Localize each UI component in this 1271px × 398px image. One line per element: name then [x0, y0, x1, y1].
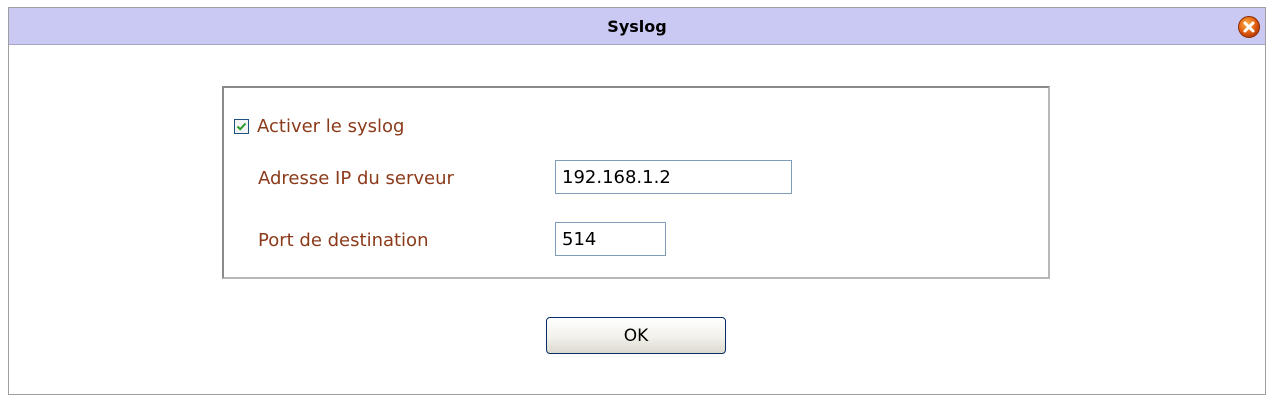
server-ip-input[interactable]: [555, 160, 792, 194]
enable-syslog-row[interactable]: Activer le syslog: [234, 115, 405, 137]
syslog-dialog: Syslog Activer le syslog Adresse IP du s…: [8, 7, 1266, 395]
ok-button[interactable]: OK: [546, 317, 726, 354]
destination-port-label: Port de destination: [258, 230, 429, 251]
enable-syslog-label: Activer le syslog: [257, 115, 405, 137]
syslog-settings-panel: Activer le syslog Adresse IP du serveur …: [222, 86, 1050, 279]
enable-syslog-checkbox[interactable]: [234, 118, 249, 134]
dialog-titlebar: Syslog: [9, 8, 1265, 45]
dialog-title: Syslog: [607, 17, 667, 36]
destination-port-input[interactable]: [555, 222, 666, 256]
server-ip-label: Adresse IP du serveur: [258, 168, 454, 189]
close-icon[interactable]: [1237, 15, 1261, 39]
check-icon: [236, 122, 247, 131]
